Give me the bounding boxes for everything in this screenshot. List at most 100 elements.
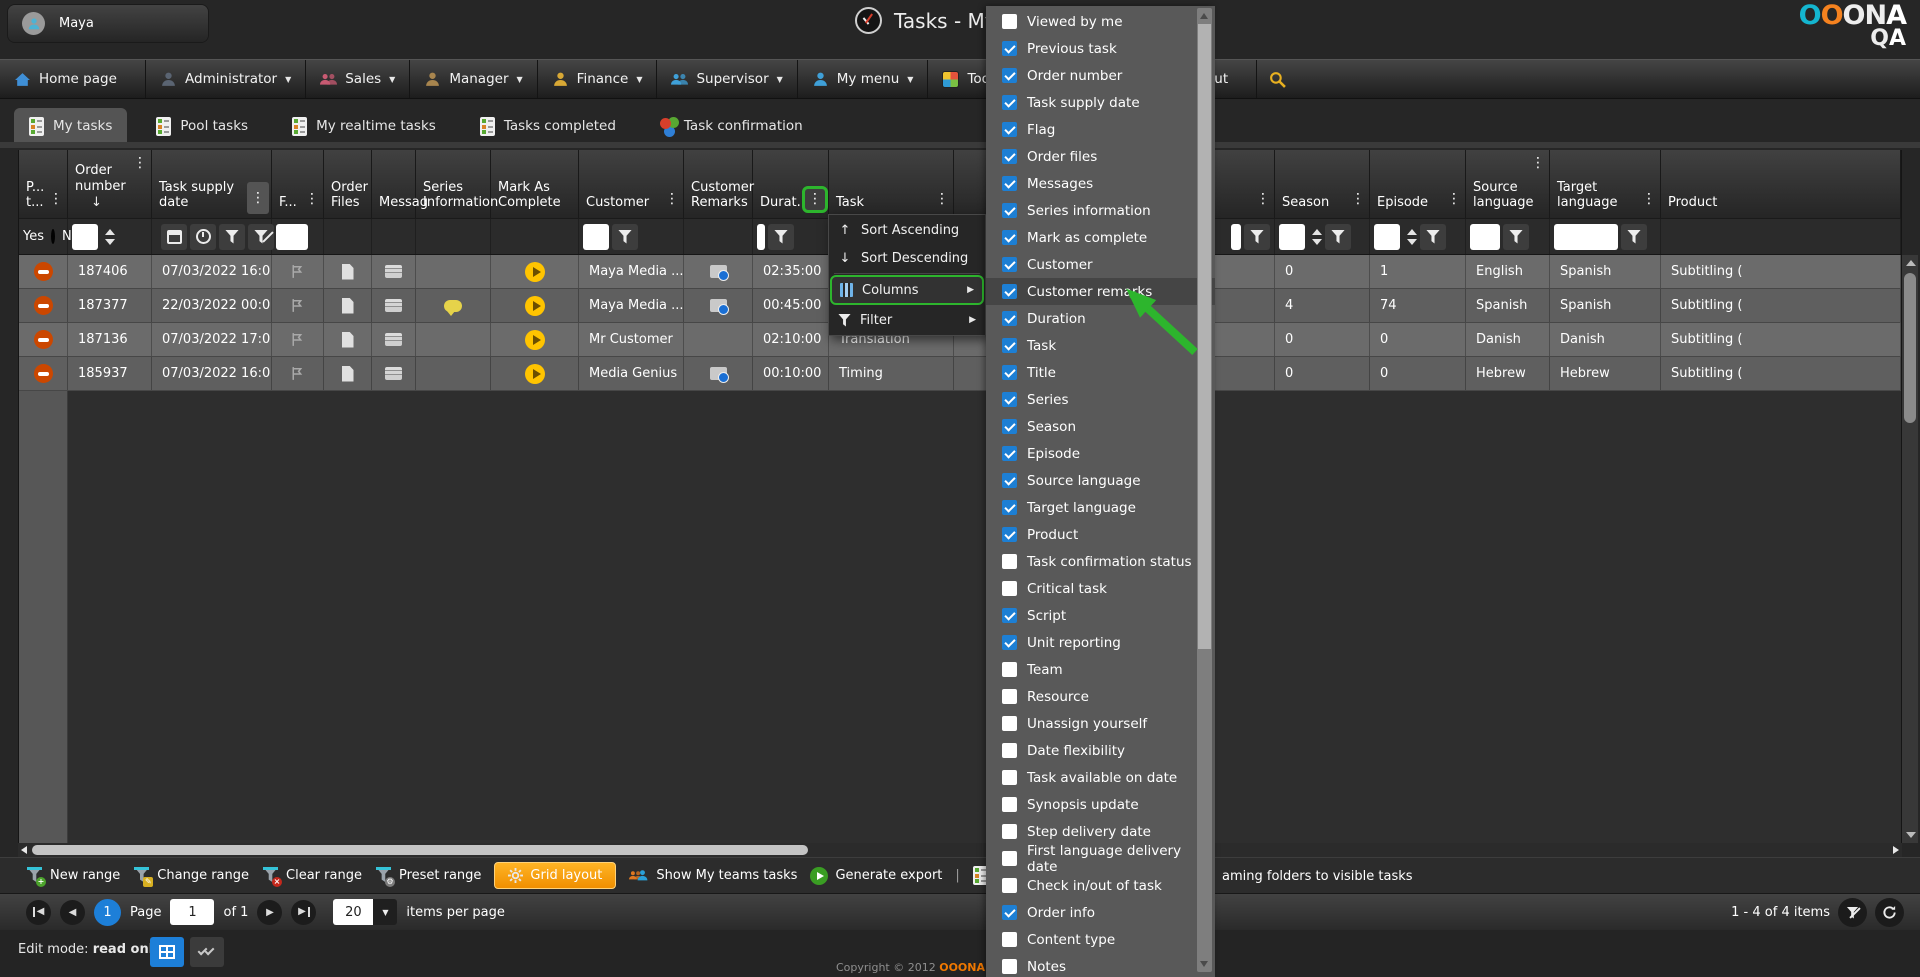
checkbox[interactable] (1002, 527, 1017, 542)
column-menu-icon[interactable]: ⋮ (1529, 155, 1547, 172)
target-language-filter-input[interactable] (1554, 224, 1618, 250)
column-toggle-item[interactable]: Season (986, 413, 1215, 440)
play-icon[interactable] (525, 364, 545, 384)
checkbox[interactable] (1002, 716, 1017, 731)
checkbox[interactable] (1002, 473, 1017, 488)
column-toggle-item[interactable]: Team (986, 656, 1215, 683)
checkbox[interactable] (1002, 932, 1017, 947)
column-header-customer-remarks[interactable]: Customer Remarks (684, 150, 753, 218)
column-toggle-item[interactable]: Order info (986, 899, 1215, 926)
remarks-info-icon[interactable] (710, 299, 727, 312)
hidden-filter-input[interactable] (1231, 224, 1241, 250)
column-toggle-item[interactable]: Source language (986, 467, 1215, 494)
filter-button[interactable] (1420, 224, 1446, 250)
messages-icon[interactable] (385, 333, 402, 346)
tab[interactable]: Tasks completed (465, 108, 631, 144)
checkbox[interactable] (1002, 392, 1017, 407)
generate-export-button[interactable]: Generate export (810, 867, 942, 885)
filter-button[interactable] (1621, 224, 1647, 250)
filter-button[interactable] (1503, 224, 1529, 250)
column-toggle-item[interactable]: Task available on date (986, 764, 1215, 791)
menu-item-sort-descending[interactable]: ↓ Sort Descending (830, 244, 984, 272)
filter-button[interactable] (1325, 224, 1351, 250)
tab[interactable]: Task confirmation (645, 108, 818, 144)
panel-scrollbar[interactable] (1197, 8, 1212, 972)
previous-task-filter-radio[interactable] (51, 229, 55, 244)
column-header-order-files[interactable]: Order Files (324, 150, 372, 218)
spinner-arrows-icon[interactable] (1312, 229, 1322, 245)
column-toggle-item[interactable]: Script (986, 602, 1215, 629)
column-menu-icon[interactable]: ⋮ (303, 191, 321, 208)
tab[interactable]: My tasks (14, 108, 127, 144)
filter-button[interactable] (219, 224, 245, 250)
order-files-icon[interactable] (342, 264, 354, 280)
speech-bubble-icon[interactable] (444, 300, 462, 312)
order-files-icon[interactable] (342, 366, 354, 382)
flag-icon[interactable] (289, 297, 306, 314)
column-header-series-information[interactable]: Series Information (416, 150, 491, 218)
no-previous-task-icon[interactable] (34, 262, 53, 281)
checkbox[interactable] (1002, 176, 1017, 191)
flag-icon[interactable] (289, 263, 306, 280)
order-number-filter-input[interactable] (72, 224, 98, 250)
page-number-input[interactable] (170, 899, 214, 925)
column-header-episode[interactable]: Episode ⋮ (1370, 150, 1466, 218)
column-toggle-item[interactable]: Viewed by me (986, 8, 1215, 35)
next-page-button[interactable]: ▶ (257, 900, 282, 925)
new-range-button[interactable]: + New range (26, 867, 120, 884)
current-page-button[interactable]: 1 (94, 899, 121, 926)
column-toggle-item[interactable]: Order files (986, 143, 1215, 170)
column-header-customer[interactable]: Customer ⋮ (579, 150, 684, 218)
checkbox[interactable] (1002, 14, 1017, 29)
column-toggle-item[interactable]: Previous task (986, 35, 1215, 62)
flag-filter-input[interactable] (276, 224, 308, 250)
column-toggle-item[interactable]: Task confirmation status (986, 548, 1215, 575)
menu-item-columns[interactable]: Columns ▶ (830, 275, 984, 305)
season-filter-input[interactable] (1279, 224, 1305, 250)
column-menu-icon[interactable]: ⋮ (1349, 191, 1367, 208)
column-toggle-item[interactable]: Check in/out of task (986, 872, 1215, 899)
menu-item[interactable]: ? Supervisor ▼ (657, 60, 797, 98)
horizontal-scrollbar[interactable] (18, 843, 1902, 857)
menu-item[interactable]: ? Home page ▼ (0, 60, 146, 98)
change-range-button[interactable]: ✎ Change range (133, 867, 249, 884)
filter-button[interactable] (768, 224, 794, 250)
column-header-flag[interactable]: F... ⋮ (272, 150, 324, 218)
column-header-order-number[interactable]: Order number↓ ⋮ (68, 150, 152, 218)
no-previous-task-icon[interactable] (34, 364, 53, 383)
column-menu-icon[interactable]: ⋮ (47, 191, 65, 208)
column-toggle-item[interactable]: First language delivery date (986, 845, 1215, 872)
menu-item[interactable]: ? Sales ▼ (306, 60, 410, 98)
column-header-source-language[interactable]: Source language ⋮ (1466, 150, 1550, 218)
column-menu-icon[interactable]: ⋮ (933, 191, 951, 208)
horizontal-scrollbar-thumb[interactable] (32, 845, 808, 855)
column-menu-icon[interactable]: ⋮ (663, 191, 681, 208)
order-files-icon[interactable] (342, 298, 354, 314)
play-icon[interactable] (525, 296, 545, 316)
checkbox[interactable] (1002, 41, 1017, 56)
no-previous-task-icon[interactable] (34, 330, 53, 349)
scroll-up-icon[interactable] (1200, 13, 1208, 19)
column-toggle-item[interactable]: Series (986, 386, 1215, 413)
clear-all-filters-button[interactable] (1838, 898, 1867, 927)
checkbox[interactable] (1002, 905, 1017, 920)
play-icon[interactable] (525, 262, 545, 282)
messages-icon[interactable] (385, 265, 402, 278)
column-header-duration[interactable]: Durat... ⋮ (753, 150, 829, 218)
column-toggle-item[interactable]: Resource (986, 683, 1215, 710)
column-header-mark-as-complete[interactable]: Mark As Complete (491, 150, 579, 218)
checkbox[interactable] (1002, 554, 1017, 569)
remarks-info-icon[interactable] (710, 367, 727, 380)
column-toggle-item[interactable]: Content type (986, 926, 1215, 953)
checkbox[interactable] (1002, 608, 1017, 623)
refresh-button[interactable] (1875, 898, 1904, 927)
checkbox[interactable] (1002, 743, 1017, 758)
checkbox[interactable] (1002, 770, 1017, 785)
scroll-down-icon[interactable] (1906, 832, 1916, 838)
episode-filter-input[interactable] (1374, 224, 1400, 250)
order-files-icon[interactable] (342, 332, 354, 348)
first-page-button[interactable]: ◀ (26, 900, 51, 925)
multi-select-button[interactable] (190, 937, 224, 967)
checkbox[interactable] (1002, 878, 1017, 893)
checkbox[interactable] (1002, 500, 1017, 515)
